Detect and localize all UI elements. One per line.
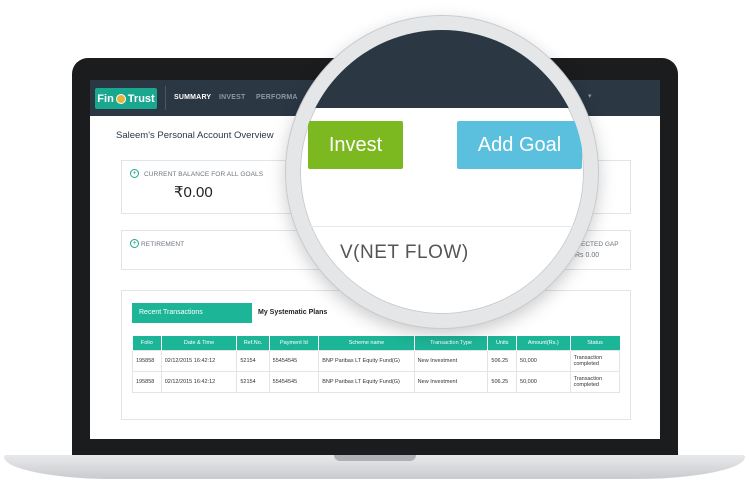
laptop-notch xyxy=(334,455,416,461)
amount-cell: 50,000 xyxy=(516,350,571,372)
units-cell: 506.25 xyxy=(487,371,518,393)
invest-button[interactable]: Invest xyxy=(308,121,403,169)
folio-cell: 195858 xyxy=(132,350,162,372)
net-flow-label: V(NET FLOW) xyxy=(340,242,469,263)
tab-recent-transactions[interactable]: Recent Transactions xyxy=(132,303,252,323)
plus-circle-icon[interactable]: + xyxy=(130,239,139,248)
chevron-down-icon[interactable]: ▾ xyxy=(588,92,592,100)
status-cell: Transaction completed xyxy=(569,350,621,372)
tab-systematic-plans[interactable]: My Systematic Plans xyxy=(258,303,327,323)
balance-value: ₹0.00 xyxy=(174,184,213,201)
nav-item-invest[interactable]: INVEST xyxy=(219,94,245,101)
folio-cell: 195858 xyxy=(132,371,162,393)
nav-item-performance[interactable]: PERFORMA xyxy=(256,94,298,101)
fintrust-logo[interactable]: Fin Trust xyxy=(95,88,157,109)
column-header: Payment Id xyxy=(268,336,319,351)
transaction-type-cell: New Investment xyxy=(413,350,489,372)
magnified-card-border xyxy=(300,226,584,227)
date-cell: 02/12/2015 16:42:12 xyxy=(160,350,238,372)
amount-cell: 50,000 xyxy=(516,371,571,393)
column-header: Units xyxy=(487,336,517,351)
column-header: Scheme name xyxy=(318,336,415,351)
ref-cell: 52154 xyxy=(236,350,270,372)
column-header: Date & Time xyxy=(160,336,237,351)
table-row[interactable]: 195858 02/12/2015 16:42:12 52154 5545454… xyxy=(132,371,621,393)
balance-label: CURRENT BALANCE FOR ALL GOALS xyxy=(144,171,264,178)
table-row[interactable]: 195858 02/12/2015 16:42:12 52154 5545454… xyxy=(132,350,621,372)
transactions-table: Folio Date & Time Ref.No. Payment Id Sch… xyxy=(132,336,621,393)
scheme-cell: BNP Paribas LT Equity Fund(G) xyxy=(318,371,415,393)
retirement-label: RETIREMENT xyxy=(141,241,185,248)
nav-divider xyxy=(165,86,166,110)
column-header: Ref.No. xyxy=(236,336,270,351)
payment-id-cell: 55454545 xyxy=(268,350,320,372)
transaction-type-cell: New Investment xyxy=(413,371,489,393)
column-header: Status xyxy=(569,336,620,351)
table-header-row: Folio Date & Time Ref.No. Payment Id Sch… xyxy=(132,336,620,351)
nav-item-summary[interactable]: SUMMARY xyxy=(174,94,211,101)
column-header: Amount(Rs.) xyxy=(516,336,571,351)
units-cell: 506.25 xyxy=(487,350,518,372)
page-title: Saleem's Personal Account Overview xyxy=(116,130,274,141)
date-cell: 02/12/2015 16:42:12 xyxy=(160,371,238,393)
scheme-cell: BNP Paribas LT Equity Fund(G) xyxy=(318,350,415,372)
column-header: Folio xyxy=(132,336,162,351)
projected-gap-value: Rs 0.00 xyxy=(575,252,600,259)
plus-circle-icon[interactable]: + xyxy=(130,169,139,178)
column-header: Transaction Type xyxy=(413,336,488,351)
ref-cell: 52154 xyxy=(236,371,270,393)
magnifier-lens: Invest Add Goal V(NET FLOW) xyxy=(286,16,598,328)
add-goal-button[interactable]: Add Goal xyxy=(457,121,582,169)
magnified-navbar xyxy=(300,30,584,108)
logo-text-left: Fin xyxy=(97,92,114,105)
logo-globe-icon xyxy=(115,93,126,104)
payment-id-cell: 55454545 xyxy=(268,371,320,393)
status-cell: Transaction completed xyxy=(569,371,621,393)
logo-text-right: Trust xyxy=(127,92,155,105)
